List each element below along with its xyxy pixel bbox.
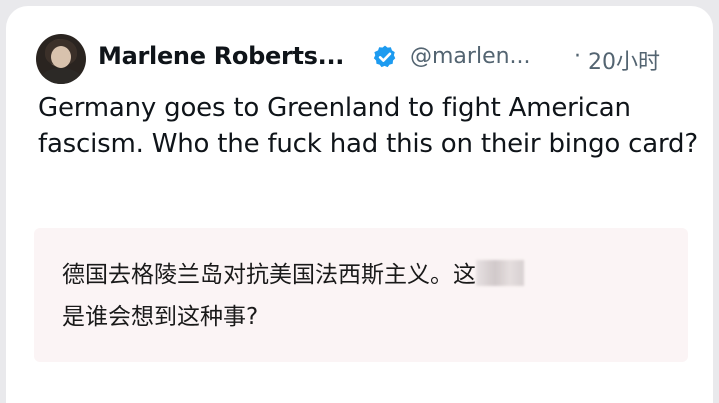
translation-text-part-1: 德国去格陵兰岛对抗美国法西斯主义。这 xyxy=(62,262,476,288)
avatar-face xyxy=(51,46,71,68)
separator-dot: · xyxy=(574,44,581,69)
author-name[interactable]: Marlene Roberts... xyxy=(98,42,344,70)
translation-text: 德国去格陵兰岛对抗美国法西斯主义。这 是谁会想到这种事? xyxy=(62,254,672,338)
translation-text-part-2: 是谁会想到这种事? xyxy=(62,304,259,330)
post-text: Germany goes to Greenland to fight Ameri… xyxy=(38,93,698,159)
post-timestamp[interactable]: 20小时 xyxy=(588,44,660,76)
post-card: Marlene Roberts... @marlen... · 20小时 Ger… xyxy=(6,6,713,403)
avatar[interactable] xyxy=(36,34,86,84)
author-handle[interactable]: @marlen... xyxy=(410,44,531,69)
censored-blur xyxy=(476,260,524,286)
translation-box: 德国去格陵兰岛对抗美国法西斯主义。这 是谁会想到这种事? xyxy=(34,228,688,362)
post-header: Marlene Roberts... @marlen... · 20小时 xyxy=(36,34,696,84)
avatar-shoulders xyxy=(40,68,82,84)
verified-badge-icon xyxy=(373,45,396,68)
